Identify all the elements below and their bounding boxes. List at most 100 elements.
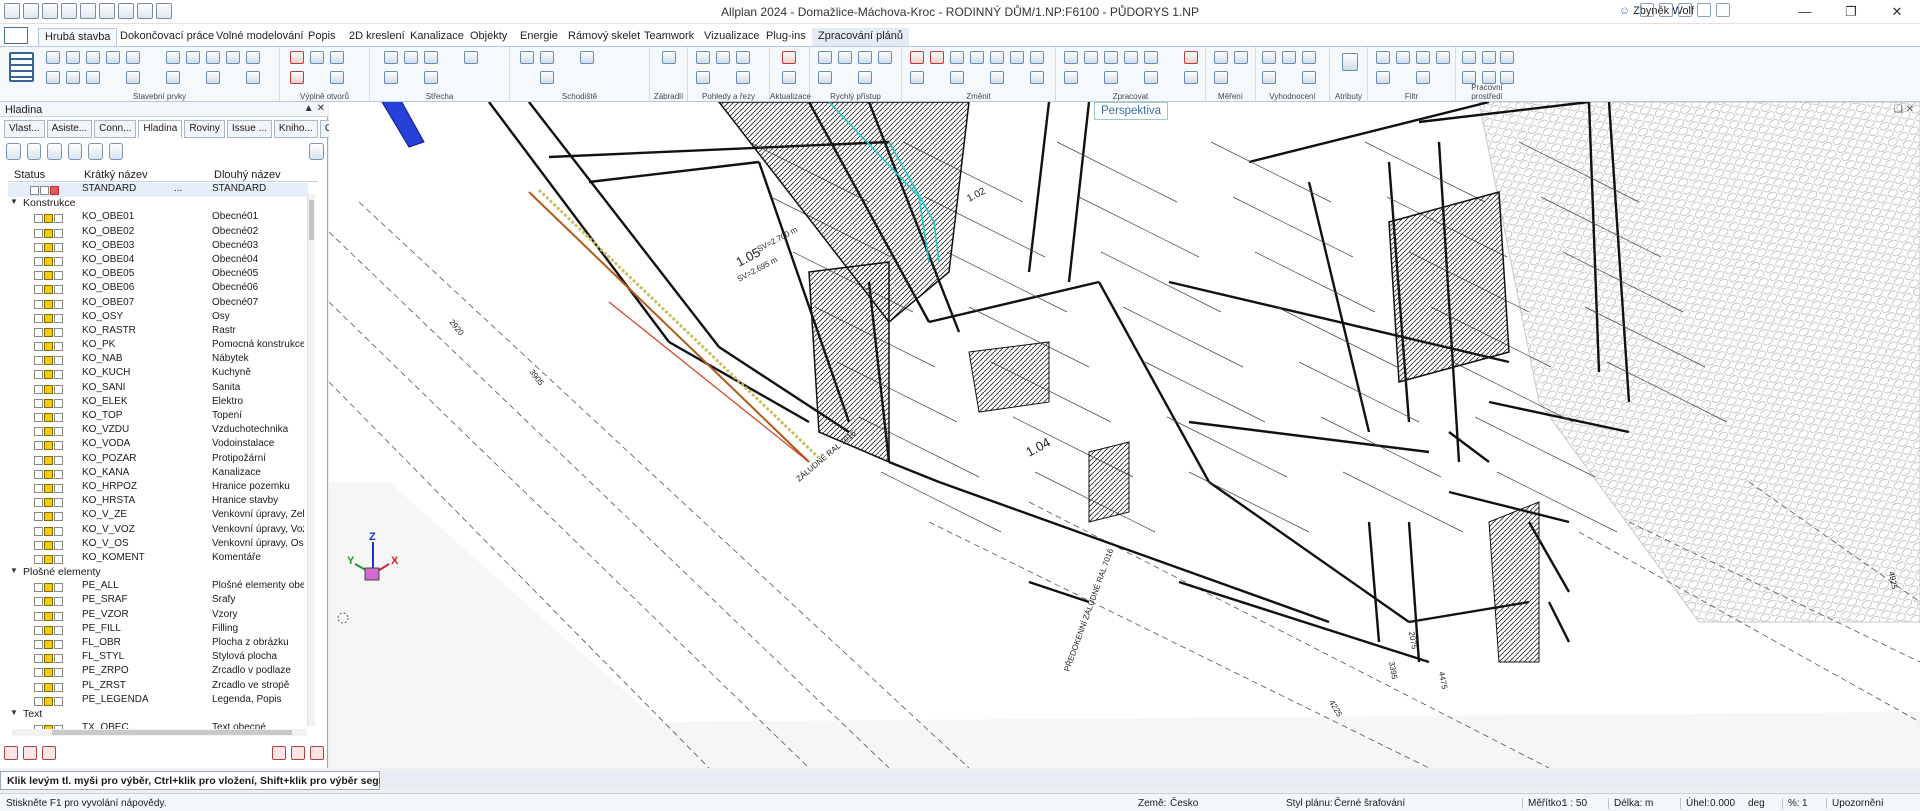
tab-zpracovani-planu[interactable]: Zpracování plánů	[812, 28, 909, 46]
layer-visibility-checkbox[interactable]	[34, 427, 43, 437]
layer-visibility-checkbox[interactable]	[34, 682, 43, 692]
layer-row[interactable]: KO_NAB Nábytek	[8, 353, 308, 367]
help-icon[interactable]	[1697, 3, 1711, 17]
stairs-spiral-icon[interactable]	[540, 51, 554, 64]
layer-row[interactable]: PE_LEGENDA Legenda, Popis	[8, 694, 308, 708]
layer-visibility-checkbox[interactable]	[34, 483, 43, 493]
layer-lock-checkbox[interactable]	[54, 427, 63, 437]
text-icon[interactable]	[858, 51, 872, 64]
panel-close-icon[interactable]: ✕	[317, 103, 325, 114]
layer-row[interactable]: PL_ZRST Zrcadlo ve stropě	[8, 680, 308, 694]
layer-row[interactable]: KO_OBE06 Obecné06	[8, 282, 308, 296]
layer-lock-checkbox[interactable]	[54, 398, 63, 408]
layer-checkbox[interactable]	[40, 186, 49, 195]
trim-icon[interactable]	[910, 71, 924, 84]
layer-visibility-checkbox[interactable]	[34, 668, 43, 678]
layer-visibility-checkbox[interactable]	[34, 313, 43, 323]
minimize-button[interactable]: —	[1782, 0, 1828, 24]
layer-lock-checkbox[interactable]	[54, 256, 63, 266]
tab-vlastnosti[interactable]: Vlast...	[4, 120, 45, 138]
dormer-icon[interactable]	[424, 51, 438, 64]
layer-lock-checkbox[interactable]	[54, 668, 63, 678]
offset-icon[interactable]	[990, 71, 1004, 84]
layer-visibility-checkbox[interactable]	[34, 299, 43, 309]
warnings-button[interactable]: Upozornění	[1826, 798, 1884, 809]
layer-lock-checkbox[interactable]	[54, 696, 63, 706]
copy-icon[interactable]	[950, 51, 964, 64]
layer-row[interactable]: KO_OBE03 Obecné03	[8, 240, 308, 254]
fill-icon[interactable]	[858, 71, 872, 84]
opening-fill-icon[interactable]	[330, 71, 344, 84]
layer-lock-checkbox[interactable]	[54, 285, 63, 295]
tab-dokoncovaci-prace[interactable]: Dokončovací práce	[114, 28, 220, 46]
plan-style-value[interactable]: Černé šrafování	[1334, 798, 1405, 809]
lintel-icon[interactable]	[166, 71, 180, 84]
layer-row[interactable]: KO_SANI Sanita	[8, 382, 308, 396]
tab-connect[interactable]: Conn...	[94, 120, 137, 138]
layer-visibility-checkbox[interactable]	[34, 256, 43, 266]
tab-hruba-stavba[interactable]: Hrubá stavba	[38, 28, 118, 46]
wireframe-scene[interactable]: 1.051.041.02SV=2.700 mSV=2.695 m29203905…	[329, 102, 1920, 768]
layer-row[interactable]: PE_VZOR Vzory	[8, 609, 308, 623]
layer-lock-checkbox[interactable]	[54, 469, 63, 479]
tab-issue[interactable]: Issue ...	[226, 120, 272, 138]
room-icon[interactable]	[126, 71, 140, 84]
layer-row[interactable]: STANDARD... STANDARD	[8, 183, 308, 198]
move-icon[interactable]	[930, 51, 944, 64]
detail-view-icon[interactable]	[736, 71, 750, 84]
tab-2d-kresleni[interactable]: 2D kreslení	[343, 28, 411, 46]
layer-visibility-checkbox[interactable]	[34, 271, 43, 281]
delete-icon[interactable]	[910, 51, 924, 64]
layer-visibility-checkbox[interactable]	[34, 356, 43, 366]
layer-back-icon[interactable]	[88, 143, 103, 160]
expand-icon[interactable]: ▼	[10, 566, 18, 575]
layer-lock-checkbox[interactable]	[54, 313, 63, 323]
angle-value[interactable]: 0.000	[1710, 798, 1735, 809]
measure-angle-icon[interactable]	[1214, 71, 1228, 84]
expand-icon[interactable]: ▼	[10, 197, 18, 206]
layer-hidden-icon[interactable]	[26, 143, 42, 160]
layer-tool-icon[interactable]	[4, 746, 18, 760]
layer-row[interactable]: FL_STYL Stylová plocha	[8, 651, 308, 665]
layer-lock-checkbox[interactable]	[54, 583, 63, 593]
tab-kanalizace[interactable]: Kanalizace	[404, 28, 470, 46]
crosshair-icon[interactable]	[1500, 51, 1514, 64]
tab-asistent[interactable]: Asiste...	[46, 120, 93, 138]
abc-icon[interactable]	[1262, 51, 1276, 64]
layer-row[interactable]: KO_OBE05 Obecné05	[8, 268, 308, 282]
model-viewport[interactable]: 1.05 1.04 1.02 SV=2.700 m SV=2.695 m 2920 3905…	[329, 102, 1920, 768]
layer-visibility-checkbox[interactable]	[34, 540, 43, 550]
grid-icon[interactable]	[1482, 51, 1496, 64]
section-view-icon[interactable]	[696, 71, 710, 84]
layer-row[interactable]: KO_V_VOZ Venkovní úpravy, Vozidla	[8, 524, 308, 538]
niche-icon[interactable]	[206, 71, 220, 84]
layer-visibility-checkbox[interactable]	[34, 384, 43, 394]
col-long-name[interactable]: Dlouhý název	[214, 169, 281, 181]
list-icon[interactable]	[1302, 51, 1316, 64]
layer-row[interactable]: KO_V_ZE Venkovní úpravy, Zeleň	[8, 509, 308, 523]
layer-visibility-checkbox[interactable]	[34, 398, 43, 408]
layer-expand-icon[interactable]	[310, 746, 324, 760]
roof-plane-icon[interactable]	[404, 51, 418, 64]
legend-icon[interactable]	[1302, 71, 1316, 84]
layer-visibility-checkbox[interactable]	[34, 554, 43, 564]
transform-icon[interactable]	[1104, 71, 1118, 84]
filter-color-icon[interactable]	[1436, 51, 1450, 64]
stair-icon[interactable]	[206, 51, 220, 64]
layer-visibility-checkbox[interactable]	[34, 625, 43, 635]
rotate-icon[interactable]	[970, 51, 984, 64]
view-label[interactable]: Perspektiva	[1094, 102, 1169, 120]
tab-hladina[interactable]: Hladina	[138, 120, 183, 138]
layer-visibility-checkbox[interactable]	[34, 455, 43, 465]
slab-icon[interactable]	[126, 51, 140, 64]
recess-icon[interactable]	[186, 51, 200, 64]
layer-row[interactable]: PE_ZRPO Zrcadlo v podlaze	[8, 665, 308, 679]
viewport-controls[interactable]: ❏ ✕	[1894, 104, 1914, 115]
layer-visibility-checkbox[interactable]	[34, 597, 43, 607]
joint-icon[interactable]	[246, 71, 260, 84]
length-unit[interactable]: m	[1645, 798, 1653, 809]
tab-objekty[interactable]: Objekty	[464, 28, 513, 46]
elevation-icon[interactable]	[736, 51, 750, 64]
layer-visibility-checkbox[interactable]	[34, 342, 43, 352]
remove-icon[interactable]	[1184, 51, 1198, 64]
